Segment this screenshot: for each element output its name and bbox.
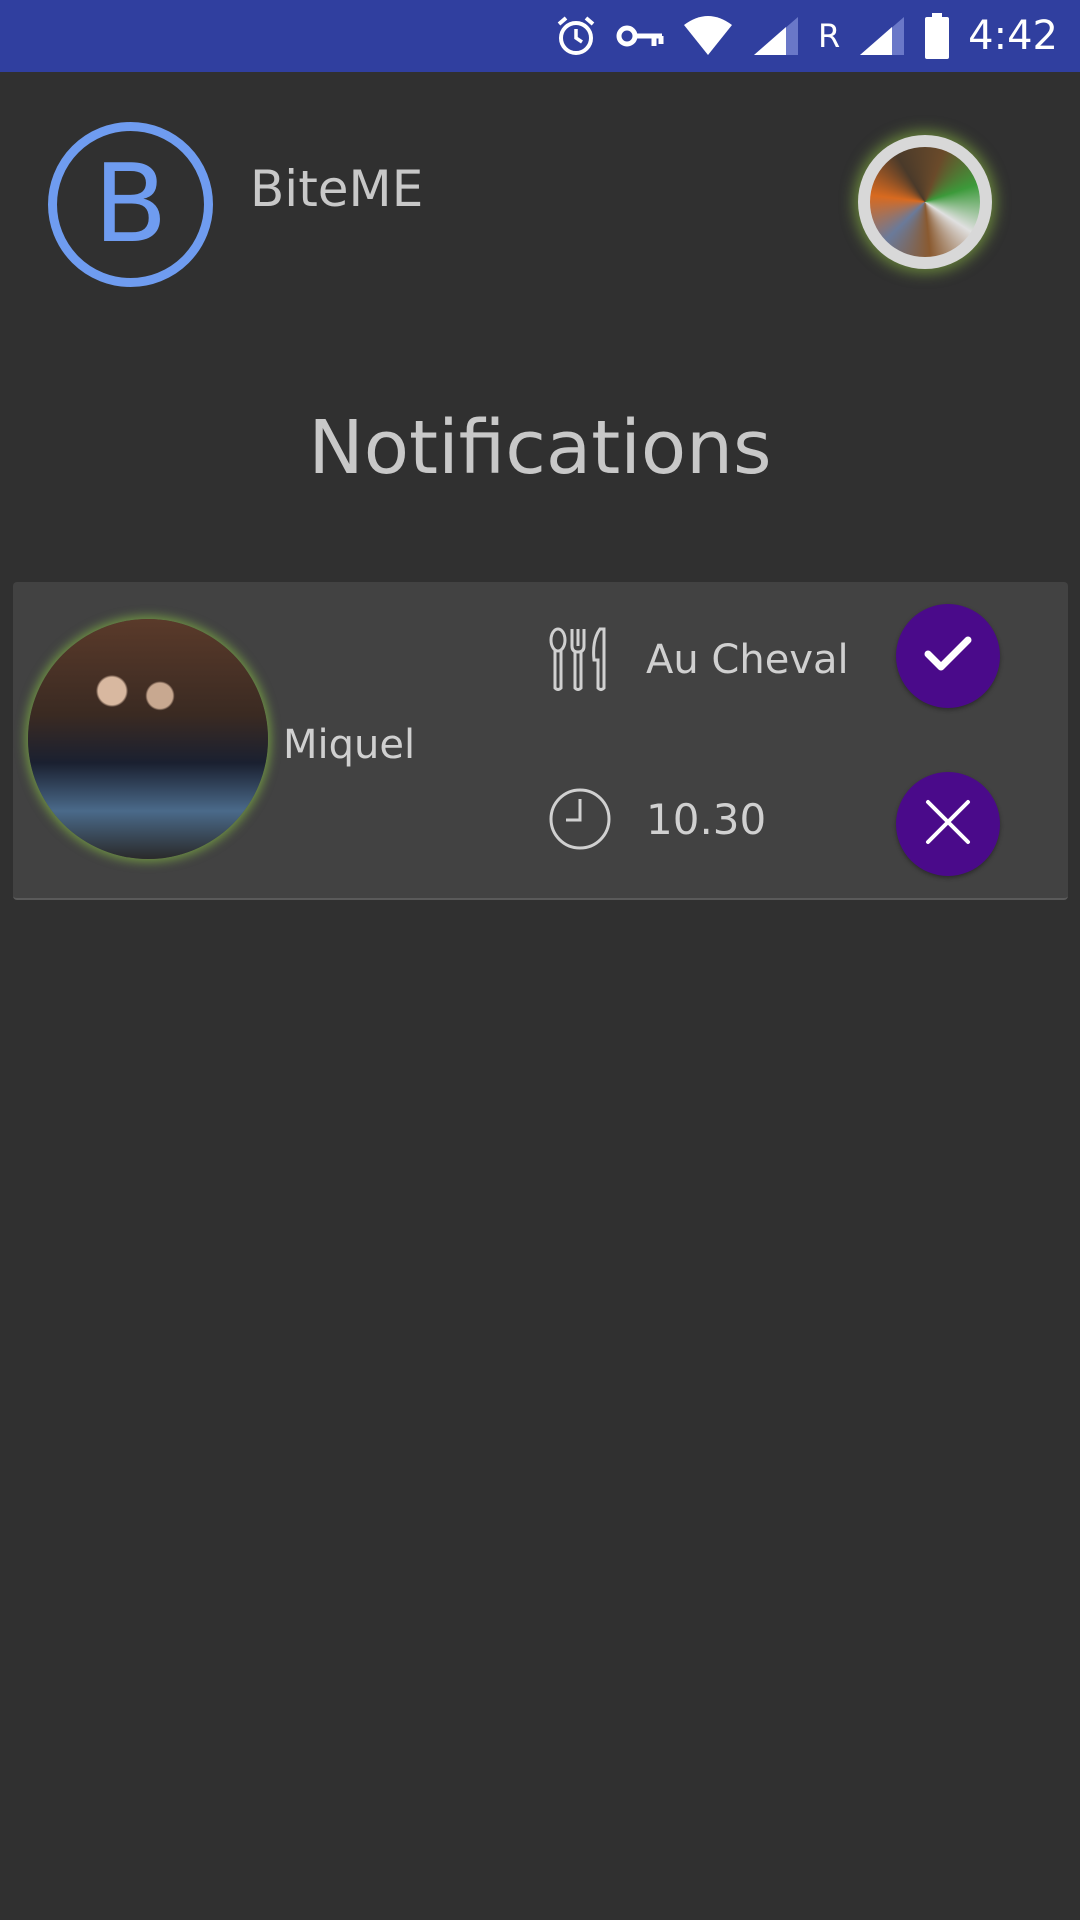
status-bar: R 4:42 [0,0,1080,72]
profile-photo [870,147,980,257]
signal-icon [752,15,800,57]
battery-icon [924,13,950,59]
utensils-icon [548,626,612,697]
friend-name: Miquel [283,722,416,768]
clock-icon [548,787,612,856]
decline-button[interactable] [896,772,1000,876]
notification-card: Miquel Au Cheval 10.30 [13,582,1068,900]
alarm-icon [554,14,598,58]
profile-avatar[interactable] [858,135,992,269]
close-icon [924,798,972,851]
network-label: R [817,17,841,55]
vpn-key-icon [616,21,664,51]
meeting-time: 10.30 [646,795,767,844]
app-title: BiteME [250,160,424,218]
accept-button[interactable] [896,604,1000,708]
status-time: 4:42 [968,13,1058,59]
page-title: Notifications [308,405,772,491]
wifi-icon [682,15,734,57]
signal-icon [858,15,906,57]
check-icon [924,634,972,679]
restaurant-name: Au Cheval [646,637,849,683]
friend-avatar [28,619,268,859]
app-logo: B [48,122,213,287]
